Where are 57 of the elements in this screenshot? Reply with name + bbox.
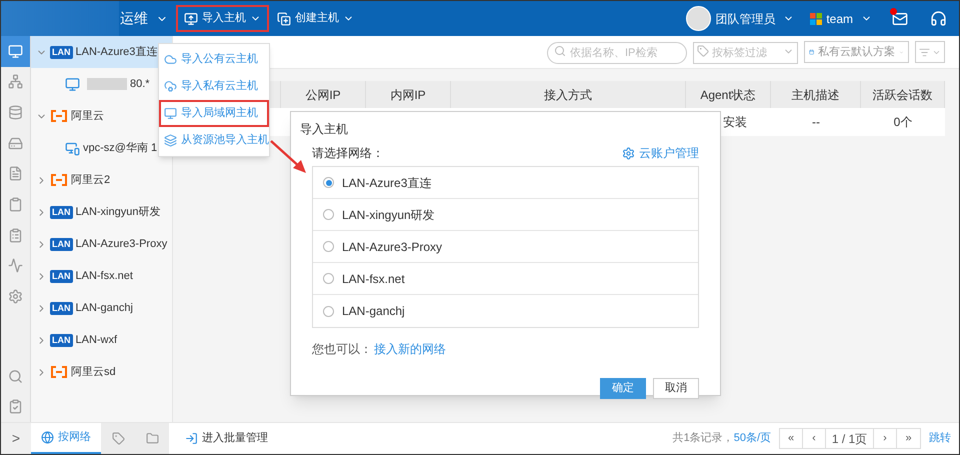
pager-button[interactable]: « [780,429,803,448]
tree-label: LAN-ganchj [76,300,133,316]
network-option[interactable]: LAN-Azure3-Proxy [313,231,698,263]
tree-label: LAN-Azure3-Proxy [76,236,168,252]
option-label: LAN-fsx.net [342,270,405,288]
option-label: LAN-Azure3直连 [342,174,432,192]
table-cell-text: 0个 [892,114,914,131]
network-option[interactable]: LAN-xingyun研发 [313,199,698,231]
table-cell-text: -- [811,114,821,131]
user-menu[interactable]: 团队管理员 [715,10,794,28]
network-option[interactable]: LAN-ganchj [313,295,698,327]
tree-label: 阿里云 [71,108,104,124]
tree-item[interactable]: LAN LAN-Azure3-Proxy [31,228,172,260]
option-label: LAN-ganchj [342,303,405,320]
lan-badge: LAN [50,270,72,282]
header-action-button[interactable]: 创建主机 [269,5,362,32]
tree-label: vpc-sz@华南 1 [83,140,158,156]
tree-label: 80.* [130,76,150,92]
tree-label: LAN-wxf [76,332,118,348]
tree-item[interactable]: LAN LAN-Azure3直连 [31,36,172,68]
tree-item[interactable]: LAN LAN-xingyun研发 [31,196,172,228]
tree-label: LAN-xingyun研发 [76,204,160,220]
dialog-title: 导入主机 [300,121,349,138]
option-label: LAN-Azure3-Proxy [342,238,442,256]
page-indicator[interactable]: 1 / 1页 [826,429,874,448]
record-count: 共1条记录， [672,431,734,446]
option-label: LAN-xingyun研发 [342,206,435,224]
hint-text: 您也可以： [312,341,372,358]
batch-manage-button[interactable]: 进入批量管理 [185,430,268,447]
tree-label: LAN-Azure3直连 [76,44,158,60]
network-option[interactable]: LAN-Azure3直连 [313,167,698,199]
tree-item[interactable]: 阿里云2 [31,164,172,196]
tree-item[interactable]: 阿里云sd [31,356,172,388]
tree-item[interactable]: LAN LAN-fsx.net [31,260,172,292]
lan-badge: LAN [50,238,72,250]
expand-toggle[interactable]: > [1,423,31,454]
network-option[interactable]: LAN-fsx.net [313,263,698,295]
pager-button[interactable]: › [874,429,897,448]
team-menu[interactable]: team [826,10,872,28]
module-menu[interactable]: 运维 [120,8,168,29]
search-field[interactable]: 依据名称、IP检索 [547,42,687,64]
pager-button[interactable]: » [897,429,920,448]
network-prompt: 请选择网络： [312,145,384,162]
lan-badge: LAN [50,334,72,346]
table-cell-text: 安装 [722,114,748,131]
lan-badge: LAN [50,302,72,314]
lan-badge: LAN [50,206,72,218]
cancel-button[interactable]: 取消 [653,378,699,399]
lan-badge: LAN [50,46,72,58]
tree-item[interactable]: LAN LAN-ganchj [31,292,172,324]
tree-label: 阿里云2 [71,172,110,188]
tree-label: 阿里云sd [71,364,116,380]
tag-filter[interactable]: 按标签过滤 [693,42,798,64]
header-action-button[interactable]: 导入主机 [176,5,269,32]
pager-button[interactable]: ‹ [803,429,826,448]
tree-label: LAN-fsx.net [76,268,133,284]
tree-item[interactable]: LAN LAN-wxf [31,324,172,356]
